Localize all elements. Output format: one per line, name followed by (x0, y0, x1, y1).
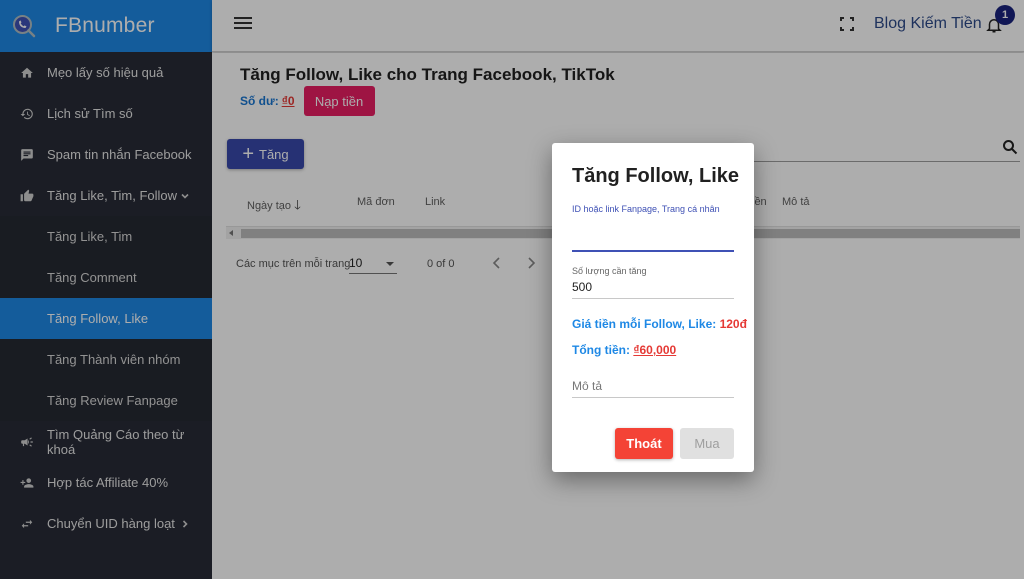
quantity-field-underline (572, 298, 734, 299)
id-field-label: ID hoặc link Fanpage, Trang cá nhân (572, 204, 720, 214)
quantity-input[interactable] (572, 280, 734, 294)
quantity-field-label: Số lượng cần tăng (572, 266, 647, 276)
exit-button[interactable]: Thoát (615, 428, 673, 459)
dialog-title: Tăng Follow, Like (572, 165, 740, 187)
boost-follow-like-dialog: Tăng Follow, Like ID hoặc link Fanpage, … (552, 143, 754, 472)
id-or-link-input[interactable] (572, 229, 734, 243)
total-price-line: Tổng tiền: ₫60,000 (572, 343, 676, 357)
unit-price-value: 120đ (719, 317, 747, 331)
description-input[interactable] (572, 379, 734, 393)
total-price-value: ₫60,000 (633, 343, 677, 357)
buy-button[interactable]: Mua (680, 428, 734, 459)
unit-price-label: Giá tiền mỗi Follow, Like: (572, 317, 717, 331)
modal-backdrop[interactable] (0, 0, 1024, 579)
unit-price-line: Giá tiền mỗi Follow, Like: 120đ (572, 317, 747, 331)
description-field-underline (572, 397, 734, 398)
total-price-label: Tổng tiền: (572, 343, 630, 357)
id-field-underline (572, 250, 734, 252)
